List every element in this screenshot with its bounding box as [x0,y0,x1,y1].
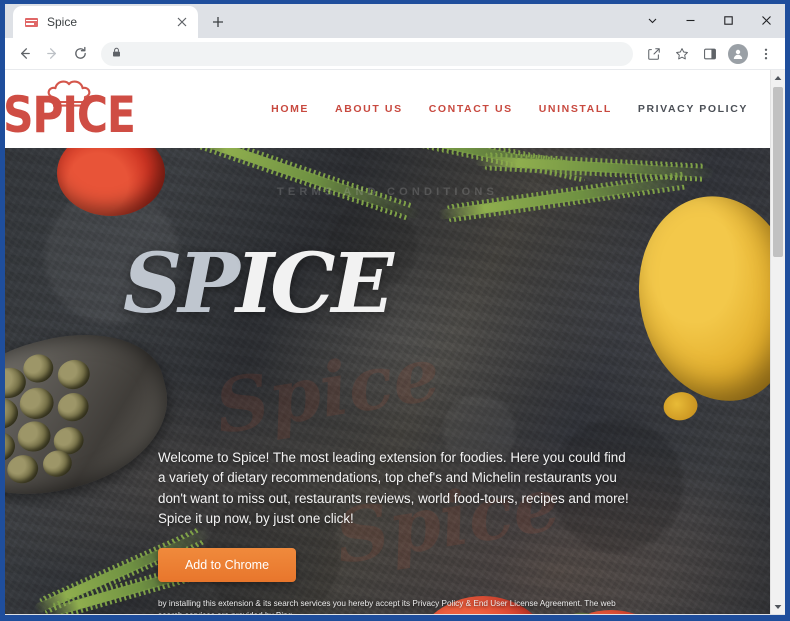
browser-tab[interactable]: Spice [13,6,198,38]
hero-disclaimer: by installing this extension & its searc… [158,598,616,615]
share-icon[interactable] [641,41,667,67]
hero-wordmark-part-b: ICE [235,236,394,332]
browser-window-inner: Spice SPICE HOME ABOUT US CONTACT US UNI… [5,4,785,615]
tab-title: Spice [47,15,78,29]
profile-avatar-icon[interactable] [725,41,751,67]
forward-arrow-icon[interactable] [39,41,65,67]
browser-toolbar [5,38,785,70]
minimize-icon[interactable] [671,4,709,36]
nav-item-uninstall[interactable]: UNINSTALL [539,103,612,115]
site-logo[interactable]: SPICE [5,78,136,141]
address-bar[interactable] [101,41,633,66]
toolbar-actions [641,41,779,67]
close-icon[interactable] [747,4,785,36]
chevron-down-icon[interactable] [633,4,671,36]
window-controls [633,4,785,36]
terms-watermark-text: TERMS AND CONDITIONS [276,186,499,198]
page-scrollbar[interactable] [770,70,785,614]
lock-icon [111,45,122,63]
nav-item-about-us[interactable]: ABOUT US [335,103,403,115]
scroll-down-arrow-icon[interactable] [771,599,785,614]
scrollbar-thumb[interactable] [773,87,783,257]
tab-strip: Spice [5,4,785,38]
new-tab-button[interactable] [204,8,232,36]
scroll-up-arrow-icon[interactable] [771,70,785,85]
nav-item-privacy-policy[interactable]: PRIVACY POLICY [638,103,748,115]
back-arrow-icon[interactable] [11,41,37,67]
nav-item-contact-us[interactable]: CONTACT US [429,103,513,115]
nav-item-home[interactable]: HOME [271,103,309,115]
close-icon[interactable] [174,14,190,30]
hero-content: Welcome to Spice! The most leading exten… [158,448,630,614]
add-to-chrome-button[interactable]: Add to Chrome [158,547,296,582]
logo-wordmark: SPICE [5,86,136,145]
site-nav: HOME ABOUT US CONTACT US UNINSTALL PRIVA… [271,103,748,115]
browser-window: Spice SPICE HOME ABOUT US CONTACT US UNI… [0,0,790,621]
site-header: SPICE HOME ABOUT US CONTACT US UNINSTALL… [5,70,770,148]
spice-favicon [23,14,39,30]
three-dot-menu-icon[interactable] [753,41,779,67]
reload-icon[interactable] [67,41,93,67]
side-panel-icon[interactable] [697,41,723,67]
hero-section: Spice Spice TERMS AND CONDITIONS SPICE W… [5,148,770,614]
hero-wordmark: SPICE [123,236,394,332]
hero-paragraph: Welcome to Spice! The most leading exten… [158,450,629,527]
hero-wordmark-part-a: SP [123,236,240,332]
star-icon[interactable] [669,41,695,67]
web-page: SPICE HOME ABOUT US CONTACT US UNINSTALL… [5,70,770,614]
page-viewport: SPICE HOME ABOUT US CONTACT US UNINSTALL… [5,70,785,614]
maximize-icon[interactable] [709,4,747,36]
